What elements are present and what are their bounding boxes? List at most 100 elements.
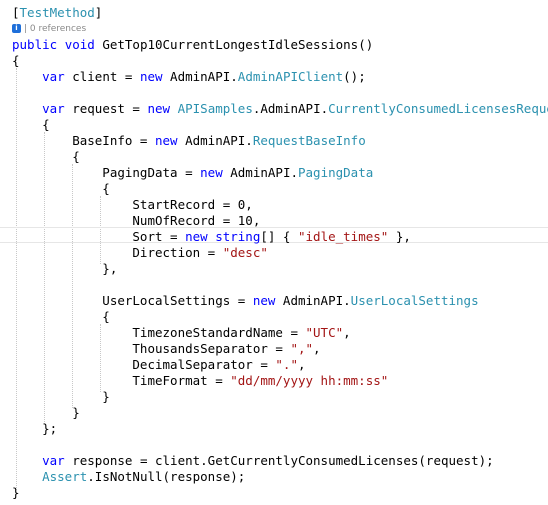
code-token: new [155,133,178,148]
code-token: .AdminAPI. [252,101,329,116]
code-line[interactable]: UserLocalSettings = new AdminAPI.UserLoc… [12,293,479,309]
code-line[interactable]: { [12,149,80,165]
code-token: ThousandsSeparator = [12,341,291,356]
code-token: TimeFormat = [12,373,231,388]
code-token: "idle_times" [298,229,389,244]
code-line[interactable]: TimeFormat = "dd/mm/yyyy hh:mm:ss" [12,373,388,389]
code-token: AdminAPI. [275,293,351,308]
code-token: Sort = [12,229,186,244]
code-token: { [12,309,110,324]
code-editor[interactable]: i | 0 references [TestMethod] public void … [0,0,548,505]
code-line[interactable]: var client = new AdminAPI.AdminAPIClient… [12,69,366,85]
code-line[interactable]: var request = new APISamples.AdminAPI.Cu… [12,101,548,117]
code-token: void [64,37,95,52]
code-line[interactable]: { [12,309,110,325]
code-line[interactable]: public void GetTop10CurrentLongestIdleSe… [12,37,373,53]
code-token: AdminAPIClient [237,69,344,84]
code-token: { [12,53,20,68]
code-line[interactable]: { [12,181,110,197]
code-line[interactable]: ThousandsSeparator = ",", [12,341,321,357]
code-token: new [147,101,171,116]
code-token: var [42,69,65,84]
code-token: (); [343,69,366,84]
code-line[interactable]: Direction = "desc" [12,245,268,261]
code-line[interactable]: }; [12,421,57,437]
code-token: "," [290,341,314,356]
code-token: AdminAPI. [162,69,238,84]
code-line[interactable]: var response = client.GetCurrentlyConsum… [12,453,494,469]
code-token: UserLocalSettings [350,293,479,308]
code-token: Direction = [12,245,223,260]
code-token: public [12,37,58,52]
code-token: response = client.GetCurrentlyConsumedLi… [64,453,494,468]
code-token: }, [12,261,118,276]
code-token: , [297,357,306,372]
code-token: }; [12,421,58,436]
info-icon: i [12,24,21,33]
code-token: , [343,325,351,340]
code-token: } [12,405,80,420]
code-line[interactable]: } [12,405,80,421]
code-token: PagingData [298,165,374,180]
code-line[interactable]: } [12,485,20,501]
code-line[interactable]: } [12,389,110,405]
code-line[interactable]: Sort = new string[] { "idle_times" }, [12,229,411,245]
code-token: NumOfRecord = 10, [12,213,261,228]
code-token: } [12,485,20,500]
code-line[interactable]: }, [12,261,117,277]
code-token: DecimalSeparator = [12,357,276,372]
code-line[interactable]: BaseInfo = new AdminAPI.RequestBaseInfo [12,133,366,149]
code-token: [ [12,5,20,20]
code-token: APISamples [177,101,253,116]
code-token: "." [275,357,298,372]
code-token: , [313,341,321,356]
code-line[interactable]: Assert.IsNotNull(response); [12,469,245,485]
code-token: StartRecord = 0, [12,197,253,212]
code-line[interactable]: [TestMethod] [12,5,102,21]
code-line[interactable]: { [12,117,50,133]
code-token: GetTop10CurrentLongestIdleSessions() [94,37,374,52]
code-token: }, [388,229,411,244]
code-line[interactable]: { [12,53,20,69]
codelens-label[interactable]: | 0 references [24,24,86,34]
codelens-references[interactable]: i | 0 references [12,23,86,35]
code-token: Assert [42,469,88,484]
code-token: new [139,69,163,84]
code-token: PagingData = [12,165,201,180]
code-line[interactable]: PagingData = new AdminAPI.PagingData [12,165,373,181]
code-token: BaseInfo = [12,133,155,148]
code-token: new [200,165,223,180]
code-token: var [42,453,65,468]
code-token: "dd/mm/yyyy hh:mm:ss" [230,373,389,388]
code-token: new [185,229,208,244]
code-token: var [42,101,65,116]
code-token: client = [64,69,140,84]
code-token: request = [64,101,148,116]
code-line[interactable]: TimezoneStandardName = "UTC", [12,325,351,341]
code-token: "UTC" [305,325,344,340]
code-token: AdminAPI. [177,133,253,148]
code-token: "desc" [222,245,268,260]
code-line[interactable]: NumOfRecord = 10, [12,213,260,229]
code-token: TimezoneStandardName = [12,325,306,340]
code-token: [] { [260,229,298,244]
code-token: } [12,389,110,404]
code-line[interactable]: DecimalSeparator = ".", [12,357,306,373]
code-token: AdminAPI. [222,165,298,180]
code-token: UserLocalSettings = [12,293,253,308]
code-token: { [12,149,80,164]
code-token: { [12,117,50,132]
code-token: ] [94,5,103,20]
code-token: new [252,293,276,308]
code-line[interactable]: StartRecord = 0, [12,197,253,213]
code-token: .IsNotNull(response); [87,469,246,484]
code-token: TestMethod [19,5,95,20]
code-token: { [12,181,110,196]
code-token: RequestBaseInfo [252,133,366,148]
code-token: CurrentlyConsumedLicensesRequest [328,101,548,116]
